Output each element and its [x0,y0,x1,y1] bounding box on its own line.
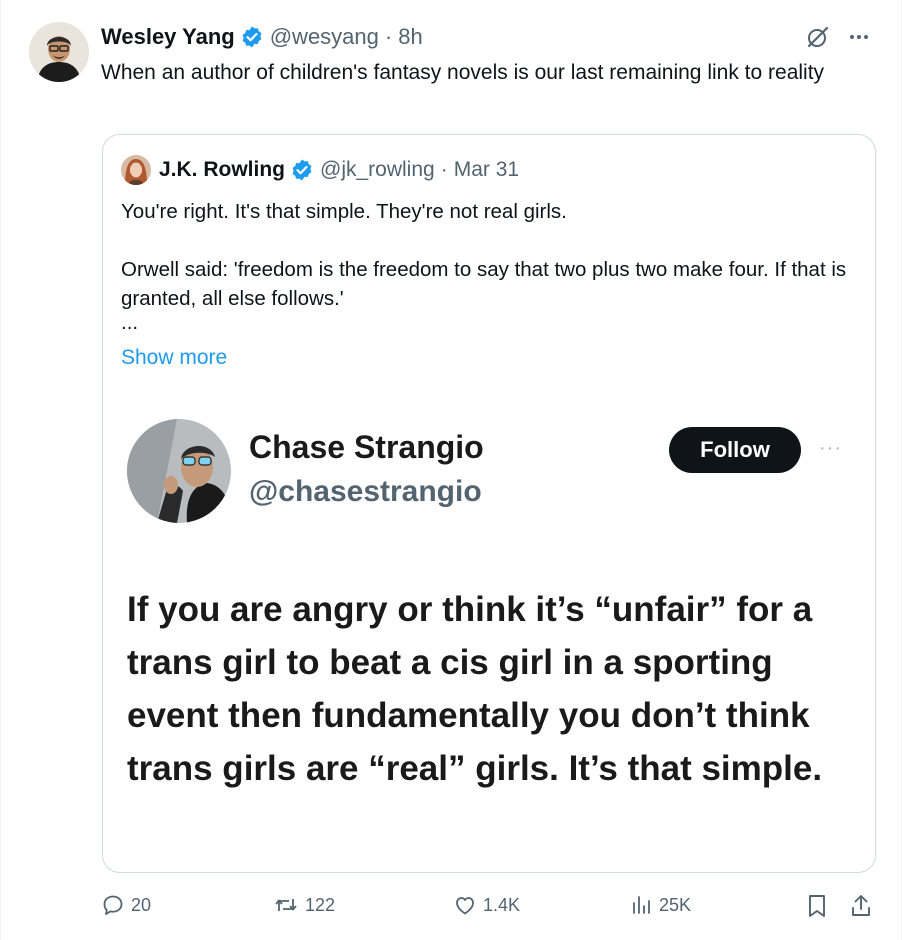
views-count: 25K [659,894,692,915]
quoted-tweet[interactable]: J.K. Rowling @jk_rowling · Mar 31 You're… [102,134,876,873]
share-button[interactable] [849,893,873,919]
show-more-link[interactable]: Show more [121,346,227,370]
quoted-header: J.K. Rowling @jk_rowling · Mar 31 [121,155,519,185]
action-bar: 20 122 1.4K 25K [101,893,881,923]
reply-count: 20 [131,894,152,915]
embedded-more-icon: ··· [819,437,842,459]
tweet-container: Wesley Yang @wesyang · 8h When an author… [0,0,902,940]
bookmark-button[interactable] [805,893,829,919]
tweet-header: Wesley Yang @wesyang · 8h [101,22,423,52]
quoted-line-1: You're right. It's that simple. They're … [121,200,567,223]
quoted-date: Mar 31 [453,158,520,181]
views-icon [629,893,653,917]
quoted-author-handle: @jk_rowling [320,158,435,181]
author-avatar[interactable] [29,22,89,82]
reply-icon [101,893,125,917]
quoted-author-name: J.K. Rowling [159,158,285,181]
bookmark-icon [805,893,829,919]
top-actions [805,24,871,55]
like-button[interactable]: 1.4K [453,893,520,917]
repost-icon [273,893,299,917]
like-icon [453,893,477,917]
like-count: 1.4K [483,894,521,915]
quoted-author-avatar [121,155,151,185]
embedded-text: If you are angry or think it’s “unfair” … [127,590,823,788]
separator-dot: · [384,24,393,49]
repost-button[interactable]: 122 [273,893,335,917]
embedded-avatar [127,419,231,523]
tweet-text: When an author of children's fantasy nov… [101,61,825,84]
reply-button[interactable]: 20 [101,893,151,917]
views-button[interactable]: 25K [629,893,691,917]
author-handle[interactable]: @wesyang [270,24,379,50]
follow-button: Follow [669,427,801,473]
separator-dot: · [440,158,448,181]
more-icon[interactable] [847,25,871,54]
embedded-handle: @chasestrangio [249,475,482,508]
quoted-text: You're right. It's that simple. They're … [121,197,861,333]
embedded-image[interactable]: Chase Strangio @chasestrangio Follow ···… [103,397,874,871]
quoted-line-2: Orwell said: 'freedom is the freedom to … [121,258,847,310]
embedded-name: Chase Strangio [249,429,484,465]
grok-icon[interactable] [805,24,831,55]
verified-badge-icon [240,25,264,49]
author-name[interactable]: Wesley Yang [101,24,235,50]
quoted-ellipsis: ... [121,311,139,334]
verified-badge-icon [290,158,314,182]
share-icon [849,893,873,919]
repost-count: 122 [305,894,336,915]
post-time[interactable]: 8h [398,24,422,50]
